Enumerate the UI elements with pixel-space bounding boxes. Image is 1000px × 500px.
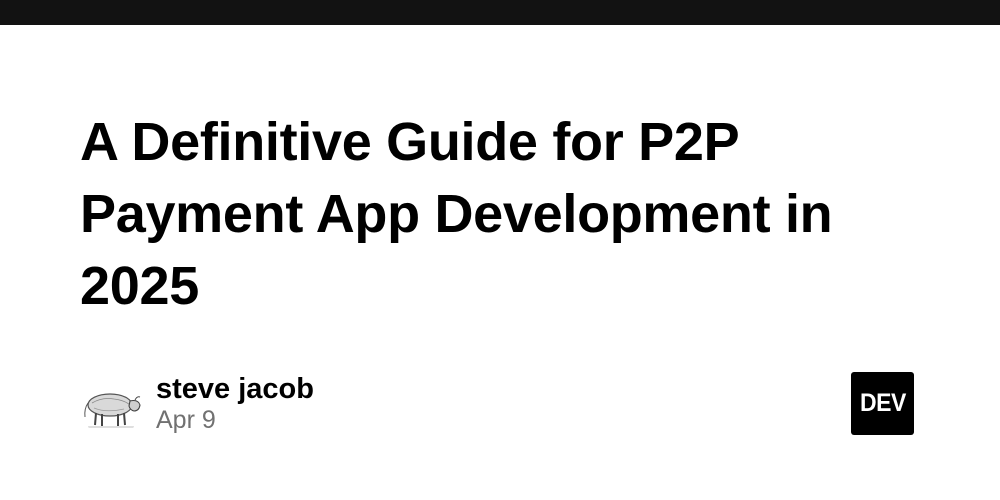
dev-logo[interactable]: DEV	[851, 372, 914, 435]
author-avatar	[80, 375, 142, 437]
top-bar	[0, 0, 1000, 25]
author-block: steve jacob Apr 9	[80, 373, 314, 438]
bull-illustration-icon	[80, 375, 142, 437]
post-date: Apr 9	[156, 406, 216, 434]
dev-logo-text: DEV	[859, 389, 906, 417]
author-name[interactable]: steve jacob	[156, 373, 314, 405]
post-title: A Definitive Guide for P2P Payment App D…	[80, 112, 833, 316]
author-meta: steve jacob Apr 9	[156, 373, 314, 435]
